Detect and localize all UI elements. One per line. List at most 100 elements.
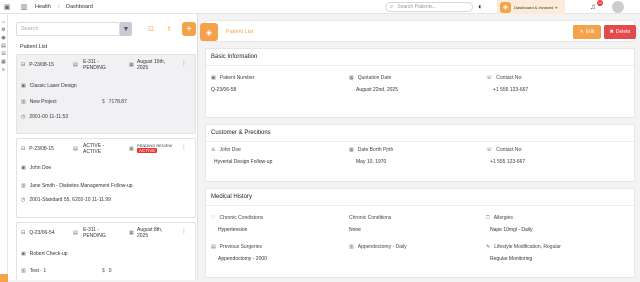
patient-detail: ◈ Patient List ✎ Edit ✖ Delete Basic Inf… bbox=[200, 14, 636, 280]
filter-icon[interactable]: ▼ bbox=[120, 23, 132, 35]
quotation-date-value: August 22nd, 2025 bbox=[356, 87, 398, 93]
document-icon: ▤ bbox=[73, 230, 78, 236]
global-search-input[interactable]: ⌕ Search Patients... bbox=[385, 2, 473, 12]
avatar[interactable] bbox=[612, 1, 624, 13]
sidebar-toggle-icon[interactable]: ▥ bbox=[19, 2, 29, 12]
breadcrumb-dashboard[interactable]: Dashboard bbox=[66, 4, 93, 10]
calendar-icon: ▦ bbox=[129, 62, 134, 68]
divider bbox=[206, 65, 634, 66]
document-icon: ▤ bbox=[73, 146, 78, 152]
clipboard-icon: ▣ bbox=[21, 251, 26, 257]
dob-value: May 10, 1970 bbox=[356, 159, 387, 165]
list-search-input[interactable]: Search bbox=[16, 22, 120, 36]
calendar-icon: ▦ bbox=[129, 230, 134, 236]
chronic2-value: None bbox=[349, 227, 361, 233]
breadcrumb-separator: / bbox=[58, 4, 60, 10]
rail-active-indicator bbox=[0, 274, 8, 282]
divider bbox=[206, 141, 634, 142]
cart-icon[interactable]: ⊟ bbox=[0, 50, 7, 58]
card-date-line2: 2025 bbox=[137, 65, 149, 71]
bell-icon[interactable]: ♫ bbox=[590, 2, 596, 11]
card-status-line2: PENDING bbox=[83, 233, 106, 239]
lifestyle-label: Lifestyle Modification, Regular bbox=[494, 244, 561, 250]
cart-icon: ⊟ bbox=[21, 230, 26, 236]
briefcase-icon: ▥ bbox=[21, 99, 26, 105]
calendar-icon: ▦ bbox=[129, 146, 134, 152]
card-date-line2: 2025 bbox=[137, 233, 149, 239]
phone-icon: ☏ bbox=[486, 147, 493, 153]
pencil-icon: ✎ bbox=[579, 29, 584, 35]
settings-icon[interactable]: ⚙ bbox=[0, 26, 7, 34]
contact-value: +1 555 123-667 bbox=[490, 159, 526, 165]
surgeries-label: Previous Surgeries bbox=[219, 244, 262, 250]
dob-label: Date Borth Pjrth bbox=[357, 147, 394, 153]
brand-logo-icon: ◈ bbox=[500, 1, 511, 13]
calendar-icon[interactable]: ▦ bbox=[0, 58, 7, 66]
card-status-line2: PENDING bbox=[83, 65, 106, 71]
add-patient-button[interactable]: + bbox=[182, 22, 196, 36]
clipboard-icon: ▣ bbox=[21, 165, 26, 171]
patient-card[interactable]: ⊟ P-23/08-15 ▤ ACTIVE - ACTIVE ▦ PENDING … bbox=[16, 138, 196, 218]
contact-value: +1 555 123-667 bbox=[493, 87, 529, 93]
more-options-icon[interactable]: ⋮ bbox=[181, 144, 187, 151]
customer-name: John Doe bbox=[219, 147, 241, 153]
delete-label: Delete bbox=[615, 29, 631, 35]
edit-button[interactable]: ✎ Edit bbox=[573, 25, 601, 39]
breadcrumb-health[interactable]: Health bbox=[35, 4, 51, 10]
allergies-label: Allergies bbox=[493, 215, 513, 221]
allergies-value: Nape 10mgl - Daily bbox=[490, 227, 533, 233]
cart-icon: ⊟ bbox=[21, 146, 26, 152]
briefcase-icon: ▥ bbox=[21, 268, 26, 274]
section-title: Medical History bbox=[211, 194, 253, 200]
pencil-icon: ✎ bbox=[486, 244, 491, 250]
more-options-icon[interactable]: ⋮ bbox=[181, 60, 187, 67]
status-badge: ACTIVE bbox=[137, 148, 158, 153]
list-search-placeholder: Search bbox=[21, 26, 39, 32]
card-id: P-23/08-15 bbox=[29, 62, 54, 68]
patient-number-label: Patient Number bbox=[219, 75, 255, 81]
card-name: Classic Laser Design bbox=[29, 83, 77, 89]
chronic1-label: Chronic Condistons bbox=[219, 215, 264, 221]
divider bbox=[206, 205, 634, 206]
document-icon: ▤ bbox=[211, 244, 216, 250]
more-options-icon[interactable]: ⋮ bbox=[181, 228, 187, 235]
export-icon[interactable]: ⊡ bbox=[145, 23, 157, 35]
medical-history-section: Medical History ♡ Chronic Condistons Hype… bbox=[205, 188, 635, 278]
app-icon[interactable]: ▣ bbox=[2, 2, 12, 12]
card-id: P-23/08-15 bbox=[29, 146, 54, 152]
patient-card[interactable]: ⊟ P-23/08-15 E-311 - PENDING ▤ August 15t… bbox=[16, 54, 196, 134]
customer-note: Hyvertal Design Follow-up bbox=[214, 159, 273, 165]
calendar-icon: ▦ bbox=[349, 147, 354, 153]
chronic1-value: Hypertension bbox=[218, 227, 248, 233]
globe-icon[interactable]: ◉ bbox=[0, 34, 7, 42]
document-icon[interactable]: ▤ bbox=[0, 42, 7, 50]
appendectomy-label: Appendectomy - Daily bbox=[357, 244, 407, 250]
dollar-icon: $ bbox=[102, 99, 105, 105]
cart-icon: ⊟ bbox=[21, 62, 26, 68]
home-icon[interactable]: ⌂ bbox=[0, 18, 7, 26]
clipboard-icon: ▣ bbox=[21, 83, 26, 89]
card-name: Robert Check-up bbox=[29, 251, 68, 257]
theme-toggle-icon[interactable]: ◐ bbox=[478, 2, 483, 11]
top-bar: ▣ ▥ Health / Dashboard ⌕ Search Patients… bbox=[0, 0, 640, 14]
delete-button[interactable]: ✖ Delete bbox=[604, 25, 636, 39]
list-title: Patient List bbox=[20, 44, 48, 50]
patient-number-value: Q-23/06-58 bbox=[211, 87, 237, 93]
document-icon: ▤ bbox=[73, 62, 78, 68]
detail-header: ◈ Patient List ✎ Edit ✖ Delete bbox=[200, 20, 636, 42]
page-title: Patient List bbox=[226, 29, 254, 35]
contact-label: Contact No: bbox=[496, 147, 523, 153]
upload-icon[interactable]: ⇪ bbox=[163, 23, 175, 35]
section-title: Customer & Precitions bbox=[211, 130, 271, 136]
file-icon: ▥ bbox=[349, 244, 354, 250]
patient-card[interactable]: ⊟ Q-23/06-54 ▤ E-311 - PENDING ▦ August 8… bbox=[16, 222, 196, 280]
customer-section: Customer & Precitions ♙ John Doe Hyvertal… bbox=[205, 124, 635, 182]
patient-icon: ◈ bbox=[200, 23, 218, 41]
notification-badge: 12 bbox=[597, 0, 603, 6]
surgeries-value: Appendoctomy - 2000 bbox=[218, 256, 267, 262]
trash-icon: ✖ bbox=[609, 29, 614, 35]
list-icon[interactable]: ≡ bbox=[0, 66, 7, 74]
user-icon: ▣ bbox=[211, 75, 216, 81]
card-status-line2: ACTIVE bbox=[83, 149, 102, 155]
brand-switcher[interactable]: ◈ Dashboard & Invoiced ▾ bbox=[497, 0, 565, 14]
